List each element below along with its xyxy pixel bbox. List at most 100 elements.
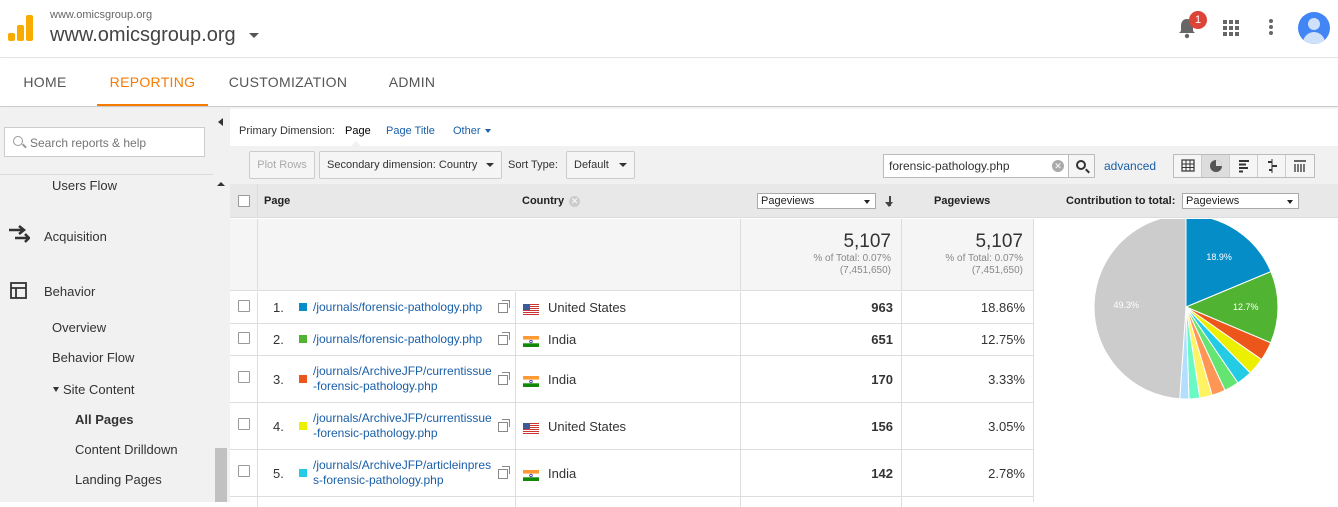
sort-type-dropdown[interactable]: Default (566, 151, 635, 179)
page-link[interactable]: /journals/forensic-pathology.php (313, 332, 495, 347)
row-checkbox[interactable] (238, 300, 250, 312)
open-external-icon[interactable] (498, 300, 510, 313)
sidebar-item-overview[interactable]: Overview (52, 320, 106, 335)
sort-descending-icon[interactable] (889, 196, 891, 206)
scroll-thumb[interactable] (215, 448, 227, 502)
tab-customization[interactable]: CUSTOMIZATION (222, 59, 354, 106)
collapse-sidebar-icon[interactable] (218, 118, 223, 126)
pageviews-percent: 12.75% (901, 324, 1033, 355)
total-pageviews: 5,107 (843, 231, 891, 252)
sidebar-item-content-drilldown[interactable]: Content Drilldown (75, 442, 178, 457)
property-dropdown-icon[interactable] (249, 33, 259, 38)
search-input[interactable] (30, 134, 200, 152)
advanced-filter-link[interactable]: advanced (1104, 159, 1156, 173)
search-icon (1076, 160, 1086, 170)
flag-us-icon (523, 421, 539, 434)
apps-grid-icon[interactable] (1223, 20, 1239, 36)
contribution-pie-chart: 18.9% 12.7% 49.3% (1033, 214, 1338, 502)
primary-dimension-label: Primary Dimension: (239, 125, 335, 137)
search-box[interactable] (4, 127, 205, 157)
open-external-icon[interactable] (498, 332, 510, 345)
open-external-icon[interactable] (498, 466, 510, 479)
column-header-page[interactable]: Page (264, 184, 290, 218)
column-divider (257, 356, 258, 402)
row-checkbox[interactable] (238, 418, 250, 430)
metric-select[interactable]: Pageviews (757, 193, 876, 209)
pageviews-percent: 3.33% (901, 356, 1033, 402)
pageviews-value: 170 (740, 356, 901, 402)
data-table-view-icon[interactable] (1174, 155, 1202, 177)
plot-rows-button[interactable]: Plot Rows (249, 151, 315, 179)
column-divider (515, 356, 516, 402)
sidebar-item-acquisition[interactable]: Acquisition (44, 229, 107, 244)
table-row: 5. /journals/ArchiveJFP/articleinpress-f… (230, 450, 1033, 497)
page-link[interactable]: /journals/ArchiveJFP/currentissue-forens… (313, 411, 495, 441)
clear-filter-icon[interactable]: ✕ (1052, 160, 1064, 172)
pie-slice-11[interactable] (1093, 214, 1187, 400)
tab-home[interactable]: HOME (10, 59, 80, 106)
total-pageviews-cell: 5,107 % of Total: 0.07% (7,451,650) (740, 219, 901, 291)
acquisition-icon (9, 225, 30, 243)
table-row: 2. /journals/forensic-pathology.php Indi… (230, 324, 1033, 356)
country-name: India (548, 466, 577, 481)
column-divider (257, 403, 258, 449)
analytics-logo-icon[interactable] (8, 15, 34, 41)
row-color-swatch (299, 303, 307, 311)
pivot-view-icon[interactable] (1286, 155, 1314, 177)
row-checkbox[interactable] (238, 465, 250, 477)
tab-admin[interactable]: ADMIN (378, 59, 446, 106)
performance-view-icon[interactable] (1230, 155, 1258, 177)
pageviews-value: 963 (740, 292, 901, 323)
flag-in-icon (523, 468, 539, 481)
table-row: 3. /journals/ArchiveJFP/currentissue-for… (230, 356, 1033, 403)
user-avatar[interactable] (1298, 12, 1330, 44)
comparison-view-icon[interactable] (1258, 155, 1286, 177)
scroll-up-icon[interactable] (217, 182, 225, 186)
column-divider (901, 497, 902, 507)
filter-search-button[interactable] (1068, 154, 1095, 178)
sidebar-item-site-content[interactable]: Site Content (63, 382, 135, 397)
column-header-pageviews[interactable]: Pageviews (934, 184, 990, 218)
select-all-checkbox[interactable] (238, 195, 250, 207)
report-toolbar: Plot Rows Secondary dimension: Country S… (230, 146, 1338, 184)
sidebar-item-users-flow[interactable]: Users Flow (52, 178, 117, 193)
row-checkbox[interactable] (238, 332, 250, 344)
pageviews-percent: 18.86% (901, 292, 1033, 323)
table-filter[interactable]: ✕ (883, 154, 1069, 178)
sidebar-item-behavior-flow[interactable]: Behavior Flow (52, 350, 134, 365)
column-header-country[interactable]: Country ✕ (522, 184, 581, 218)
pie-slice-label-1: 18.9% (1206, 252, 1232, 262)
pie-svg: 18.9% 12.7% 49.3% (1093, 214, 1279, 400)
page-link[interactable]: /journals/ArchiveJFP/currentissue-forens… (313, 364, 495, 394)
more-options-icon[interactable] (1269, 19, 1273, 37)
pie-slice-label-2: 12.7% (1233, 302, 1259, 312)
open-external-icon[interactable] (498, 372, 510, 385)
remove-dimension-icon[interactable]: ✕ (569, 195, 581, 207)
pageviews-percent: 3.05% (901, 403, 1033, 449)
sidebar-item-behavior[interactable]: Behavior (44, 284, 95, 299)
totals-row: 5,107 % of Total: 0.07% (7,451,650) 5,10… (230, 219, 1033, 291)
dimension-other-link[interactable]: Other (453, 125, 491, 137)
contribution-label: Contribution to total: (1066, 195, 1176, 207)
page-link[interactable]: /journals/ArchiveJFP/articleinpress-fore… (313, 458, 495, 488)
pie-view-icon[interactable] (1202, 155, 1230, 177)
sidebar-item-all-pages[interactable]: All Pages (75, 412, 134, 427)
page-link[interactable]: /journals/forensic-pathology.php (313, 300, 495, 315)
contribution-select[interactable]: Pageviews (1182, 193, 1299, 209)
country-name: India (548, 332, 577, 347)
dimension-page-title-link[interactable]: Page Title (386, 125, 435, 137)
table-row-partial (230, 497, 1033, 507)
sidebar-item-landing-pages[interactable]: Landing Pages (75, 472, 162, 487)
secondary-dimension-dropdown[interactable]: Secondary dimension: Country (319, 151, 502, 179)
column-divider (257, 324, 258, 355)
open-external-icon[interactable] (498, 419, 510, 432)
column-divider (515, 292, 516, 323)
property-selector[interactable]: www.omicsgroup.org (50, 24, 236, 47)
row-checkbox[interactable] (238, 371, 250, 383)
expand-arrow-icon[interactable] (53, 387, 59, 392)
tab-reporting[interactable]: REPORTING (97, 59, 208, 106)
sidebar-scrollbar[interactable] (214, 178, 228, 502)
column-divider (257, 219, 258, 290)
country-name: United States (548, 419, 627, 434)
filter-input[interactable] (889, 158, 1044, 174)
